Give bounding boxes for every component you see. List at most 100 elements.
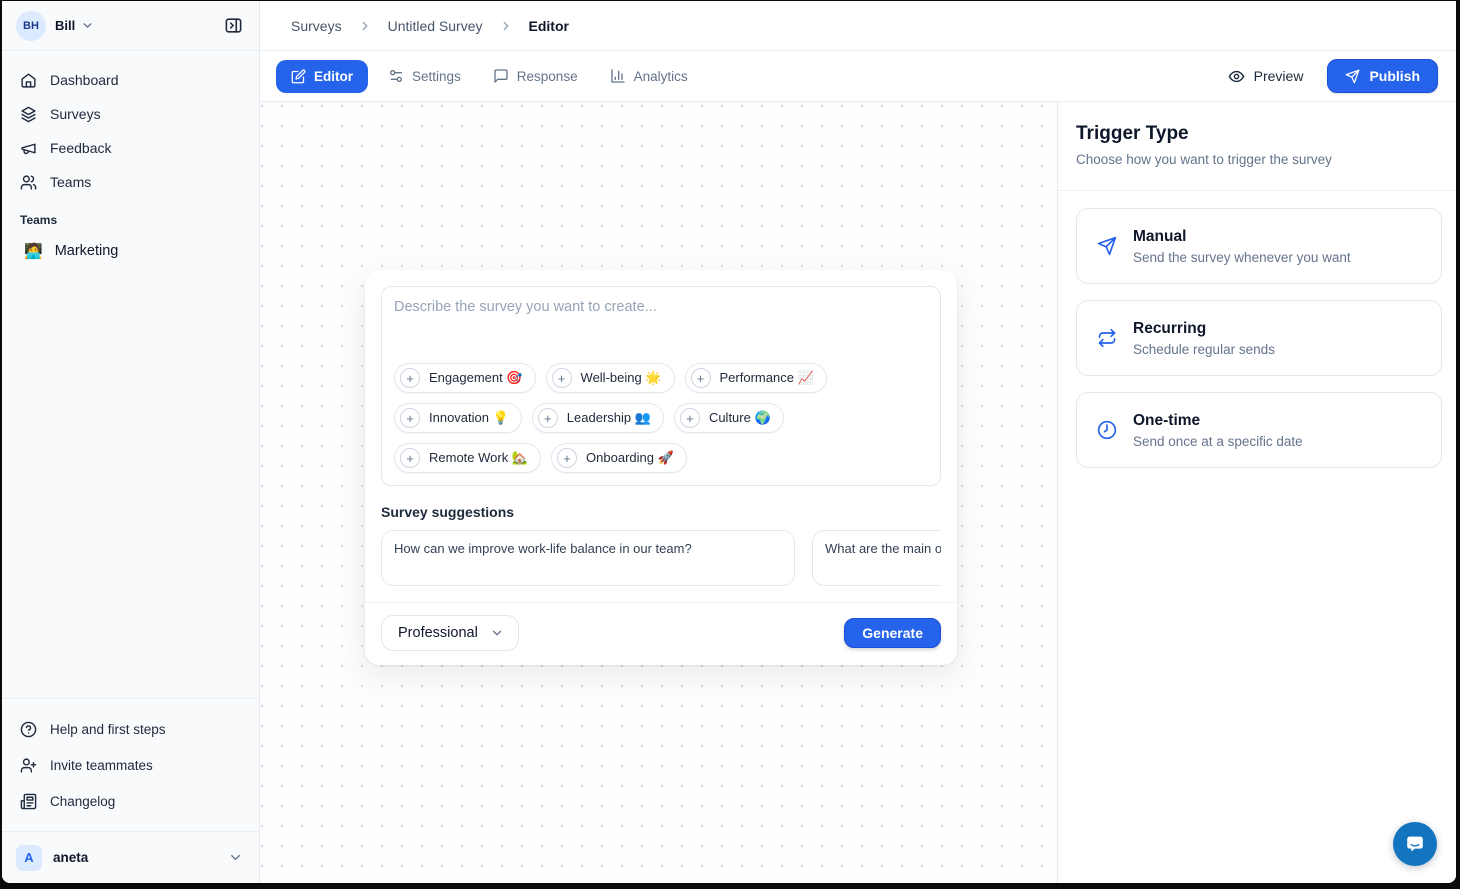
panel-header: Trigger Type Choose how you want to trig…	[1058, 102, 1456, 191]
sidebar-item-teams[interactable]: Teams	[12, 165, 249, 199]
sidebar-nav: Dashboard Surveys Feedback Teams	[2, 51, 259, 269]
tab-analytics[interactable]: Analytics	[598, 60, 700, 92]
trigger-option-description: Send the survey whenever you want	[1133, 250, 1351, 265]
chip-label: Performance 📈	[720, 370, 814, 386]
send-icon	[1345, 69, 1360, 84]
plus-icon: +	[691, 368, 711, 388]
sidebar-footer-nav: Help and first steps Invite teammates Ch…	[2, 698, 259, 831]
edit-icon	[291, 69, 306, 84]
newspaper-icon	[20, 793, 37, 810]
sidebar-item-label: Dashboard	[50, 72, 119, 88]
tab-editor[interactable]: Editor	[276, 60, 368, 93]
trigger-option-one-time[interactable]: One-time Send once at a specific date	[1076, 392, 1442, 468]
sidebar-item-label: Changelog	[50, 794, 115, 809]
trigger-options: Manual Send the survey whenever you want…	[1058, 191, 1456, 468]
sidebar-item-dashboard[interactable]: Dashboard	[12, 63, 249, 97]
breadcrumb-surveys[interactable]: Surveys	[291, 18, 342, 34]
plus-icon: +	[538, 408, 558, 428]
message-square-icon	[493, 68, 509, 84]
topic-chip-well-being[interactable]: + Well-being 🌟	[546, 363, 675, 393]
app-window: BH Bill Dashboard Surveys	[2, 1, 1456, 883]
trigger-option-manual[interactable]: Manual Send the survey whenever you want	[1076, 208, 1442, 284]
trigger-option-recurring[interactable]: Recurring Schedule regular sends	[1076, 300, 1442, 376]
suggestions-title: Survey suggestions	[381, 504, 941, 520]
tab-settings[interactable]: Settings	[376, 60, 473, 92]
tab-label: Analytics	[634, 69, 688, 84]
breadcrumb: Surveys Untitled Survey Editor	[260, 1, 1456, 51]
topic-chip-culture[interactable]: + Culture 🌍	[674, 403, 784, 433]
layers-icon	[20, 106, 37, 123]
generator-footer: Professional Generate	[365, 602, 957, 665]
chevron-down-icon	[490, 626, 504, 640]
tab-response[interactable]: Response	[481, 60, 590, 92]
panel-subtitle: Choose how you want to trigger the surve…	[1076, 152, 1438, 167]
chevron-right-icon	[358, 19, 372, 33]
workspace-avatar: BH	[16, 11, 46, 41]
sidebar-item-label: Surveys	[50, 106, 101, 122]
tone-select-value: Professional	[398, 625, 478, 641]
sliders-icon	[388, 68, 404, 84]
publish-button[interactable]: Publish	[1327, 59, 1438, 93]
plus-icon: +	[400, 368, 420, 388]
chip-label: Leadership 👥	[567, 410, 651, 426]
account-menu[interactable]: A aneta	[2, 831, 259, 883]
topic-chip-performance[interactable]: + Performance 📈	[685, 363, 827, 393]
chip-label: Well-being 🌟	[581, 370, 662, 386]
suggestion-card[interactable]: How can we improve work-life balance in …	[381, 530, 795, 586]
chip-label: Remote Work 🏡	[429, 450, 528, 466]
sidebar-item-label: Help and first steps	[50, 722, 166, 737]
user-plus-icon	[20, 757, 37, 774]
megaphone-icon	[20, 140, 37, 157]
clock-icon	[1097, 420, 1117, 440]
tab-label: Response	[517, 69, 578, 84]
trigger-option-description: Schedule regular sends	[1133, 342, 1275, 357]
trigger-option-title: One-time	[1133, 412, 1303, 430]
breadcrumb-editor: Editor	[529, 18, 569, 34]
breadcrumb-untitled-survey[interactable]: Untitled Survey	[388, 18, 483, 34]
sidebar-item-label: Teams	[50, 174, 91, 190]
chip-label: Culture 🌍	[709, 410, 771, 426]
panel-title: Trigger Type	[1076, 123, 1438, 145]
sidebar-item-changelog[interactable]: Changelog	[12, 783, 249, 819]
main-area: Surveys Untitled Survey Editor Editor	[260, 1, 1456, 883]
bar-chart-icon	[610, 68, 626, 84]
topic-chip-innovation[interactable]: + Innovation 💡	[394, 403, 522, 433]
editor-toolbar: Editor Settings Response Analytics	[260, 51, 1456, 102]
plus-icon: +	[552, 368, 572, 388]
preview-label: Preview	[1254, 68, 1304, 84]
eye-icon	[1228, 68, 1245, 85]
sidebar: BH Bill Dashboard Surveys	[2, 1, 260, 883]
collapse-sidebar-button[interactable]	[219, 12, 247, 40]
topic-chip-engagement[interactable]: + Engagement 🎯	[394, 363, 536, 393]
trigger-option-description: Send once at a specific date	[1133, 434, 1303, 449]
sidebar-item-feedback[interactable]: Feedback	[12, 131, 249, 165]
sidebar-item-help[interactable]: Help and first steps	[12, 711, 249, 747]
plus-icon: +	[400, 408, 420, 428]
prompt-box: + Engagement 🎯 + Well-being 🌟 + Performa…	[381, 286, 941, 486]
tab-label: Settings	[412, 69, 461, 84]
sidebar-item-surveys[interactable]: Surveys	[12, 97, 249, 131]
suggestion-card[interactable]: What are the main ob	[812, 530, 941, 586]
topic-chip-remote-work[interactable]: + Remote Work 🏡	[394, 443, 541, 473]
chat-launcher-button[interactable]	[1393, 822, 1437, 866]
topic-chip-onboarding[interactable]: + Onboarding 🚀	[551, 443, 687, 473]
editor-canvas[interactable]: + Engagement 🎯 + Well-being 🌟 + Performa…	[260, 102, 1057, 883]
send-icon	[1097, 236, 1117, 256]
account-avatar: A	[16, 845, 42, 871]
workspace-header: BH Bill	[2, 1, 259, 51]
chip-label: Engagement 🎯	[429, 370, 523, 386]
sidebar-item-invite[interactable]: Invite teammates	[12, 747, 249, 783]
generate-button[interactable]: Generate	[844, 618, 941, 648]
plus-icon: +	[557, 448, 577, 468]
survey-prompt-input[interactable]	[394, 299, 928, 363]
sidebar-item-team-marketing[interactable]: 🧑‍💻 Marketing	[12, 233, 249, 269]
home-icon	[20, 72, 37, 89]
repeat-icon	[1097, 328, 1117, 348]
workspace-switcher[interactable]: Bill	[55, 12, 75, 40]
tone-select[interactable]: Professional	[381, 615, 519, 651]
topic-chips: + Engagement 🎯 + Well-being 🌟 + Performa…	[394, 363, 928, 473]
preview-button[interactable]: Preview	[1218, 60, 1314, 93]
trigger-option-title: Manual	[1133, 228, 1351, 246]
topic-chip-leadership[interactable]: + Leadership 👥	[532, 403, 664, 433]
chevron-down-icon	[228, 850, 243, 865]
